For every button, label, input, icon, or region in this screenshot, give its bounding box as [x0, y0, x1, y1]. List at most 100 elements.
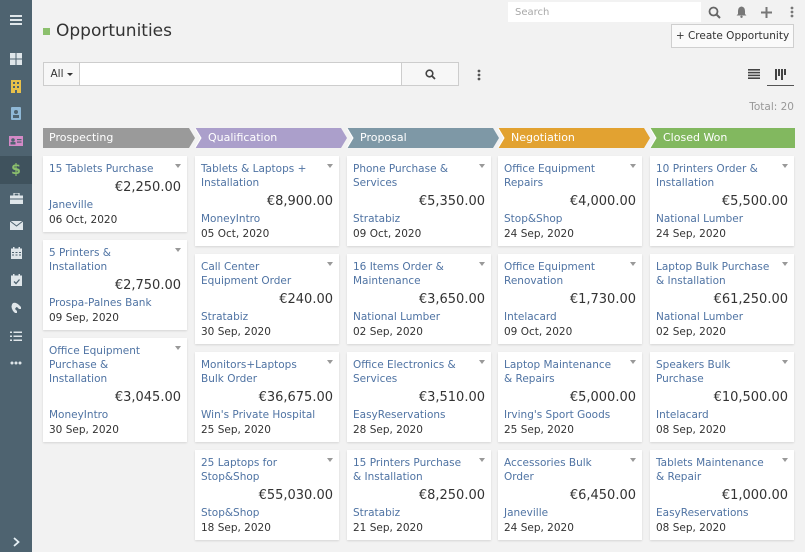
- account-name-link[interactable]: Win's Private Hospital: [201, 408, 333, 422]
- card-menu-caret-icon[interactable]: [479, 360, 485, 364]
- account-name-link[interactable]: Stratabiz: [353, 212, 485, 226]
- opportunity-name-link[interactable]: 10 Printers Order & Installation: [656, 162, 788, 190]
- opportunity-name-link[interactable]: Monitors+Laptops Bulk Order: [201, 358, 333, 386]
- opportunity-card[interactable]: 10 Printers Order & Installation €5,500.…: [650, 156, 794, 246]
- opportunity-name-link[interactable]: 15 Printers Purchase & Installation: [353, 456, 485, 484]
- opportunity-card[interactable]: Office Equipment Purchase & Installation…: [43, 338, 187, 442]
- opportunity-name-link[interactable]: 5 Printers & Installation: [49, 246, 181, 274]
- account-name-link[interactable]: EasyReservations: [353, 408, 485, 422]
- sidebar-menu-toggle[interactable]: [0, 6, 32, 34]
- account-name-link[interactable]: EasyReservations: [656, 506, 788, 520]
- opportunity-name-link[interactable]: 16 Items Order & Maintenance: [353, 260, 485, 288]
- opportunity-name-link[interactable]: 15 Tablets Purchase: [49, 162, 181, 176]
- card-menu-caret-icon[interactable]: [327, 360, 333, 364]
- opportunity-card[interactable]: 25 Laptops for Stop&Shop €55,030.00 Stop…: [195, 450, 339, 540]
- opportunity-name-link[interactable]: Office Equipment Renovation: [504, 260, 636, 288]
- account-name-link[interactable]: Stop&Shop: [201, 506, 333, 520]
- opportunity-card[interactable]: Call Center Equipment Order €240.00 Stra…: [195, 254, 339, 344]
- card-menu-caret-icon[interactable]: [782, 262, 788, 266]
- card-menu-caret-icon[interactable]: [175, 248, 181, 252]
- sidebar-item-cases[interactable]: [0, 184, 32, 212]
- card-menu-caret-icon[interactable]: [479, 458, 485, 462]
- opportunity-card[interactable]: Office Equipment Renovation €1,730.00 In…: [498, 254, 642, 344]
- sidebar-item-more[interactable]: [0, 349, 32, 377]
- opportunity-name-link[interactable]: Phone Purchase & Services: [353, 162, 485, 190]
- card-menu-caret-icon[interactable]: [175, 346, 181, 350]
- card-menu-caret-icon[interactable]: [782, 164, 788, 168]
- sidebar-item-accounts[interactable]: [0, 72, 32, 100]
- opportunity-name-link[interactable]: Speakers Bulk Purchase: [656, 358, 788, 386]
- opportunity-card[interactable]: Office Equipment Repairs €4,000.00 Stop&…: [498, 156, 642, 246]
- opportunity-card[interactable]: Laptop Maintenance & Repairs €5,000.00 I…: [498, 352, 642, 442]
- filter-scope-dropdown[interactable]: All: [44, 63, 80, 85]
- global-search-input[interactable]: [508, 2, 701, 22]
- card-menu-caret-icon[interactable]: [630, 262, 636, 266]
- sidebar-item-calendar[interactable]: [0, 239, 32, 267]
- account-name-link[interactable]: National Lumber: [353, 310, 485, 324]
- account-name-link[interactable]: MoneyIntro: [49, 408, 181, 422]
- account-name-link[interactable]: MoneyIntro: [201, 212, 333, 226]
- notifications-button[interactable]: [732, 3, 750, 21]
- list-view-button[interactable]: [746, 66, 762, 82]
- account-name-link[interactable]: Intelacard: [656, 408, 788, 422]
- card-menu-caret-icon[interactable]: [782, 360, 788, 364]
- opportunity-card[interactable]: 15 Printers Purchase & Installation €8,2…: [347, 450, 491, 540]
- opportunity-name-link[interactable]: Office Electronics & Services: [353, 358, 485, 386]
- quick-create-button[interactable]: [757, 3, 775, 21]
- filter-options-button[interactable]: [474, 67, 484, 83]
- opportunity-card[interactable]: Phone Purchase & Services €5,350.00 Stra…: [347, 156, 491, 246]
- card-menu-caret-icon[interactable]: [782, 458, 788, 462]
- opportunity-name-link[interactable]: Laptop Bulk Purchase & Installation: [656, 260, 788, 288]
- opportunity-card[interactable]: Laptop Bulk Purchase & Installation €61,…: [650, 254, 794, 344]
- card-menu-caret-icon[interactable]: [327, 164, 333, 168]
- opportunity-name-link[interactable]: Call Center Equipment Order: [201, 260, 333, 288]
- user-menu-button[interactable]: [783, 3, 801, 21]
- opportunity-name-link[interactable]: Tablets & Laptops + Installation: [201, 162, 333, 190]
- opportunity-card[interactable]: Monitors+Laptops Bulk Order €36,675.00 W…: [195, 352, 339, 442]
- sidebar-item-emails[interactable]: [0, 211, 32, 239]
- filter-search-button[interactable]: [401, 63, 458, 85]
- card-menu-caret-icon[interactable]: [630, 458, 636, 462]
- account-name-link[interactable]: National Lumber: [656, 212, 788, 226]
- account-name-link[interactable]: Janeville: [49, 198, 181, 212]
- account-name-link[interactable]: Intelacard: [504, 310, 636, 324]
- opportunity-card[interactable]: 15 Tablets Purchase €2,250.00 Janeville …: [43, 156, 187, 232]
- create-opportunity-button[interactable]: + Create Opportunity: [671, 24, 794, 48]
- opportunity-card[interactable]: Accessories Bulk Order €6,450.00 Janevil…: [498, 450, 642, 540]
- account-name-link[interactable]: National Lumber: [656, 310, 788, 324]
- sidebar-item-meetings[interactable]: [0, 266, 32, 294]
- card-menu-caret-icon[interactable]: [479, 262, 485, 266]
- sidebar-item-opportunities[interactable]: $: [0, 156, 32, 184]
- card-menu-caret-icon[interactable]: [630, 360, 636, 364]
- card-menu-caret-icon[interactable]: [327, 458, 333, 462]
- filter-search-input[interactable]: [80, 63, 401, 85]
- sidebar-item-leads[interactable]: [0, 127, 32, 155]
- sidebar-item-tasks[interactable]: [0, 322, 32, 350]
- sidebar-expand-button[interactable]: [0, 528, 32, 552]
- global-search-button[interactable]: [705, 3, 723, 21]
- kanban-view-button[interactable]: [767, 64, 794, 86]
- opportunity-card[interactable]: Speakers Bulk Purchase €10,500.00 Intela…: [650, 352, 794, 442]
- opportunity-card[interactable]: Tablets & Laptops + Installation €8,900.…: [195, 156, 339, 246]
- card-menu-caret-icon[interactable]: [175, 164, 181, 168]
- card-menu-caret-icon[interactable]: [479, 164, 485, 168]
- account-name-link[interactable]: Stratabiz: [201, 310, 333, 324]
- opportunity-card[interactable]: Office Electronics & Services €3,510.00 …: [347, 352, 491, 442]
- card-menu-caret-icon[interactable]: [327, 262, 333, 266]
- sidebar-item-home[interactable]: [0, 45, 32, 73]
- opportunity-card[interactable]: Tablets Maintenance & Repair €1,000.00 E…: [650, 450, 794, 540]
- opportunity-name-link[interactable]: Laptop Maintenance & Repairs: [504, 358, 636, 386]
- opportunity-name-link[interactable]: Office Equipment Repairs: [504, 162, 636, 190]
- opportunity-name-link[interactable]: 25 Laptops for Stop&Shop: [201, 456, 333, 484]
- opportunity-card[interactable]: 16 Items Order & Maintenance €3,650.00 N…: [347, 254, 491, 344]
- sidebar-item-calls[interactable]: [0, 294, 32, 322]
- opportunity-card[interactable]: 5 Printers & Installation €2,750.00 Pros…: [43, 240, 187, 330]
- opportunity-name-link[interactable]: Accessories Bulk Order: [504, 456, 636, 484]
- account-name-link[interactable]: Janeville: [504, 506, 636, 520]
- opportunity-name-link[interactable]: Tablets Maintenance & Repair: [656, 456, 788, 484]
- opportunity-name-link[interactable]: Office Equipment Purchase & Installation: [49, 344, 181, 386]
- account-name-link[interactable]: Prospa-Palnes Bank: [49, 296, 181, 310]
- account-name-link[interactable]: Stratabiz: [353, 506, 485, 520]
- card-menu-caret-icon[interactable]: [630, 164, 636, 168]
- sidebar-item-contacts[interactable]: [0, 99, 32, 127]
